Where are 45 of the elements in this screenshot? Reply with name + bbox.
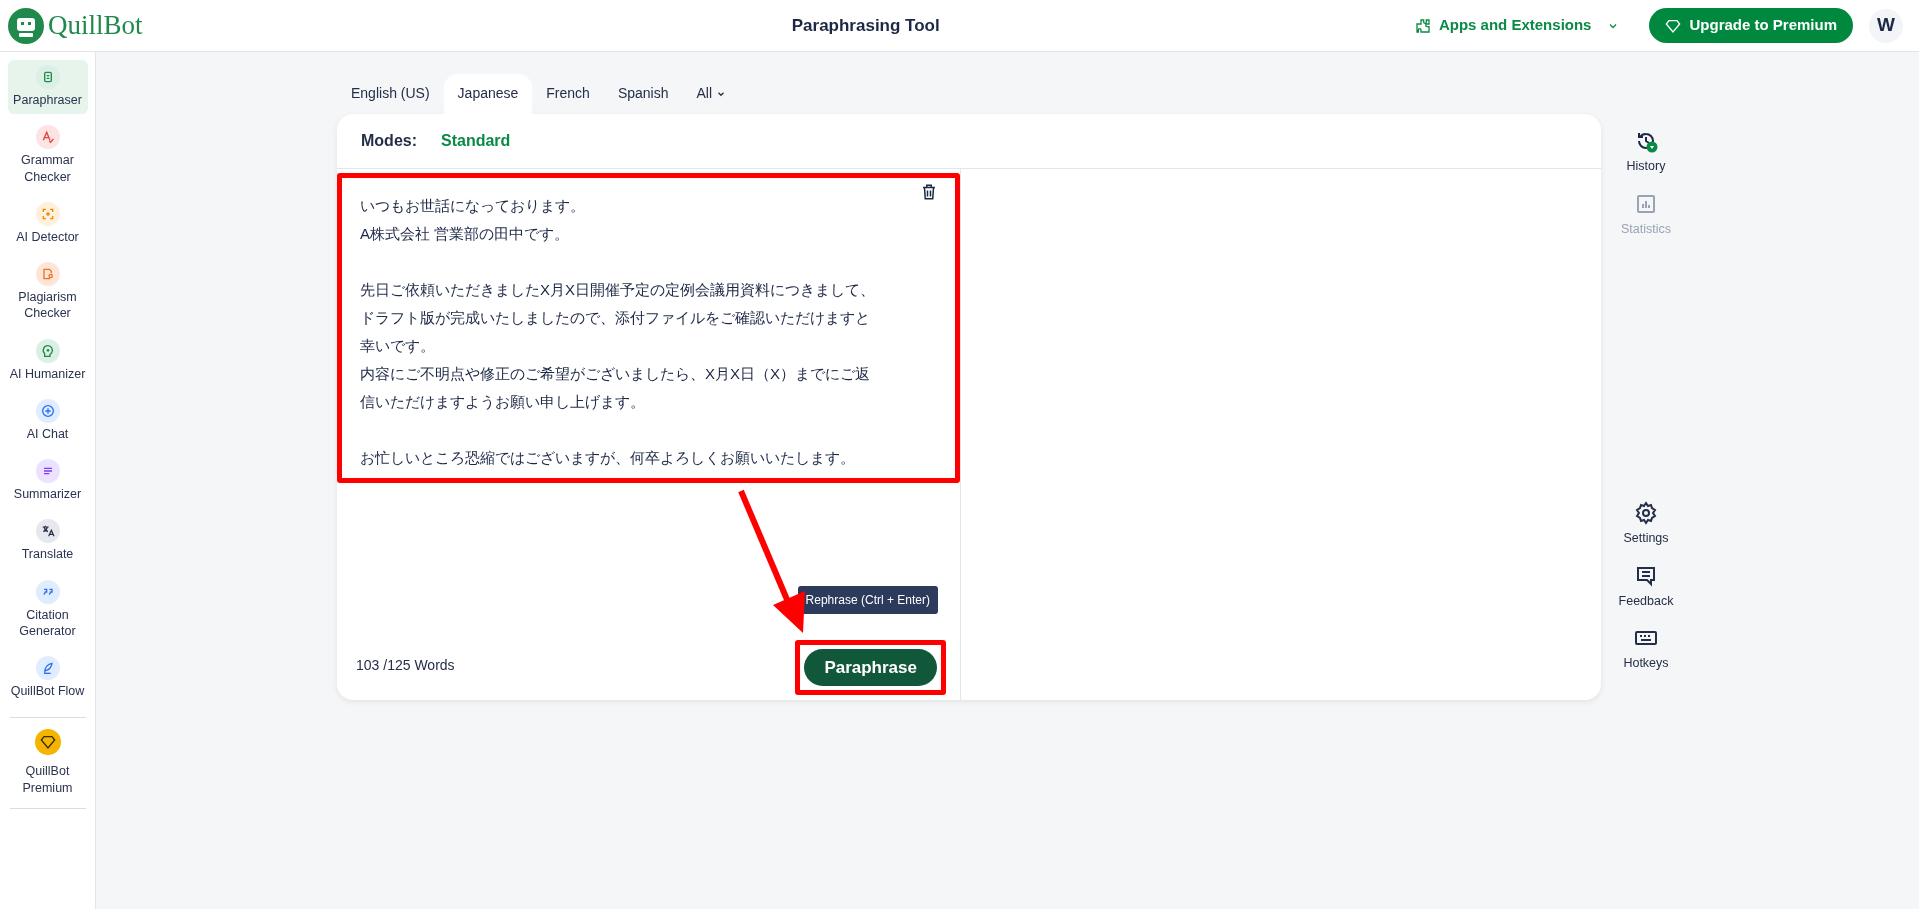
upgrade-button[interactable]: Upgrade to Premium <box>1649 8 1853 43</box>
diamond-icon <box>39 734 56 751</box>
sidebar-item[interactable]: Translate <box>7 514 88 569</box>
rail-item[interactable]: Settings <box>1617 499 1675 549</box>
language-tab[interactable]: English (US) <box>337 74 444 114</box>
sidebar-item[interactable]: AI Humanizer <box>7 333 88 388</box>
puzzle-icon <box>1414 17 1431 34</box>
text-line[interactable]: A株式会社 営業部の田中です。 <box>360 220 937 248</box>
sidebar-item[interactable]: Grammar Checker <box>7 120 88 191</box>
rail-item[interactable]: History <box>1620 128 1672 177</box>
language-tab[interactable]: Japanese <box>443 74 533 114</box>
text-line[interactable]: ドラフト版が完成いたしましたので、添付ファイルをご確認いただけますと <box>360 304 937 332</box>
trash-icon[interactable] <box>920 183 938 201</box>
sidebar-item[interactable]: QuillBot Flow <box>7 651 88 706</box>
plus-circle-icon <box>39 402 56 419</box>
sidebar-item[interactable]: AI Detector <box>7 196 88 251</box>
sidebar-item[interactable]: Plagiarism Checker <box>7 257 88 328</box>
sidebar-item[interactable]: Paraphraser <box>7 60 88 115</box>
sidebar-item[interactable]: Summarizer <box>7 454 88 509</box>
word-count: 103 /125 Words <box>356 655 455 675</box>
diamond-icon <box>1665 17 1682 34</box>
apps-menu[interactable]: Apps and Extensions <box>1408 13 1626 38</box>
text-line[interactable]: いつもお世話になっております。 <box>360 192 937 220</box>
sidebar-item[interactable]: AI Chat <box>7 393 88 448</box>
rail-item[interactable]: Feedback <box>1612 562 1680 612</box>
text-line[interactable]: 内容にご不明点や修正のご希望がございましたら、X月X日（X）までにご返 <box>360 360 937 388</box>
settings-icon <box>1634 500 1658 525</box>
paraphrase-button[interactable]: Paraphrase <box>804 648 937 686</box>
language-tab[interactable]: French <box>532 74 604 114</box>
text-line[interactable]: お忙しいところ恐縮ではございますが、何卒よろしくお願いいたします。 <box>360 444 937 472</box>
sidebar-item[interactable]: Citation Generator <box>7 574 88 645</box>
page-title: Paraphrasing Tool <box>791 15 940 35</box>
avatar[interactable]: W <box>1869 8 1903 43</box>
logo-text: QuillBot <box>48 9 143 43</box>
text-line[interactable]: 先日ご依頼いただきましたX月X日開催予定の定例会議用資料につきまして、 <box>360 276 937 304</box>
robot-logo-icon <box>8 7 44 44</box>
mode-tab[interactable]: Standard <box>441 129 511 153</box>
sidebar-item[interactable]: QuillBot Premium <box>7 724 88 802</box>
text-line[interactable]: 信いただけますようお願い申し上げます。 <box>360 388 937 416</box>
modes-label: Modes: <box>361 131 417 151</box>
text-line[interactable]: 幸いです。 <box>360 332 937 360</box>
language-tab[interactable]: All <box>682 74 740 114</box>
rail-item[interactable]: Hotkeys <box>1617 625 1675 674</box>
language-tab[interactable]: Spanish <box>603 74 683 114</box>
tooltip: Rephrase (Ctrl + Enter) <box>797 586 938 614</box>
